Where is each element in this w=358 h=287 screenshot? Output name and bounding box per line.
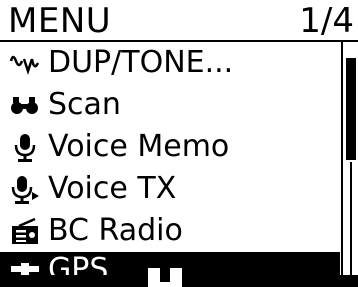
binoculars-icon (6, 84, 44, 126)
menu-header: MENU 1/4 (0, 0, 358, 42)
menu-item-label: Scan (48, 87, 121, 122)
menu-item-dup-tone[interactable]: DUP/TONE... (0, 42, 340, 84)
menu-item-scan[interactable]: Scan (0, 84, 340, 126)
menu-item-label: Voice TX (48, 171, 177, 206)
menu-item-label: BC Radio (48, 213, 183, 248)
menu-screen: MENU 1/4 DUP/TONE... Scan Voice Memo Voi… (0, 0, 358, 287)
dup-tone-icon (6, 42, 44, 84)
cursor-marker (148, 268, 182, 287)
scrollbar[interactable] (341, 42, 358, 287)
menu-item-label: Voice Memo (48, 129, 230, 164)
scroll-track (350, 162, 352, 287)
page-indicator: 1/4 (299, 1, 354, 41)
cursor-marker-bar (160, 268, 170, 282)
menu-item-label: DUP/TONE... (48, 45, 234, 80)
microphone-tx-icon (6, 168, 44, 210)
menu-item-voice-tx[interactable]: Voice TX (0, 168, 340, 210)
menu-item-bc-radio[interactable]: BC Radio (0, 210, 340, 252)
radio-icon (6, 210, 44, 252)
scroll-thumb[interactable] (346, 58, 356, 160)
menu-list: DUP/TONE... Scan Voice Memo Voice TX BC … (0, 42, 340, 287)
microphone-icon (6, 126, 44, 168)
menu-item-voice-memo[interactable]: Voice Memo (0, 126, 340, 168)
menu-title: MENU (8, 1, 112, 41)
